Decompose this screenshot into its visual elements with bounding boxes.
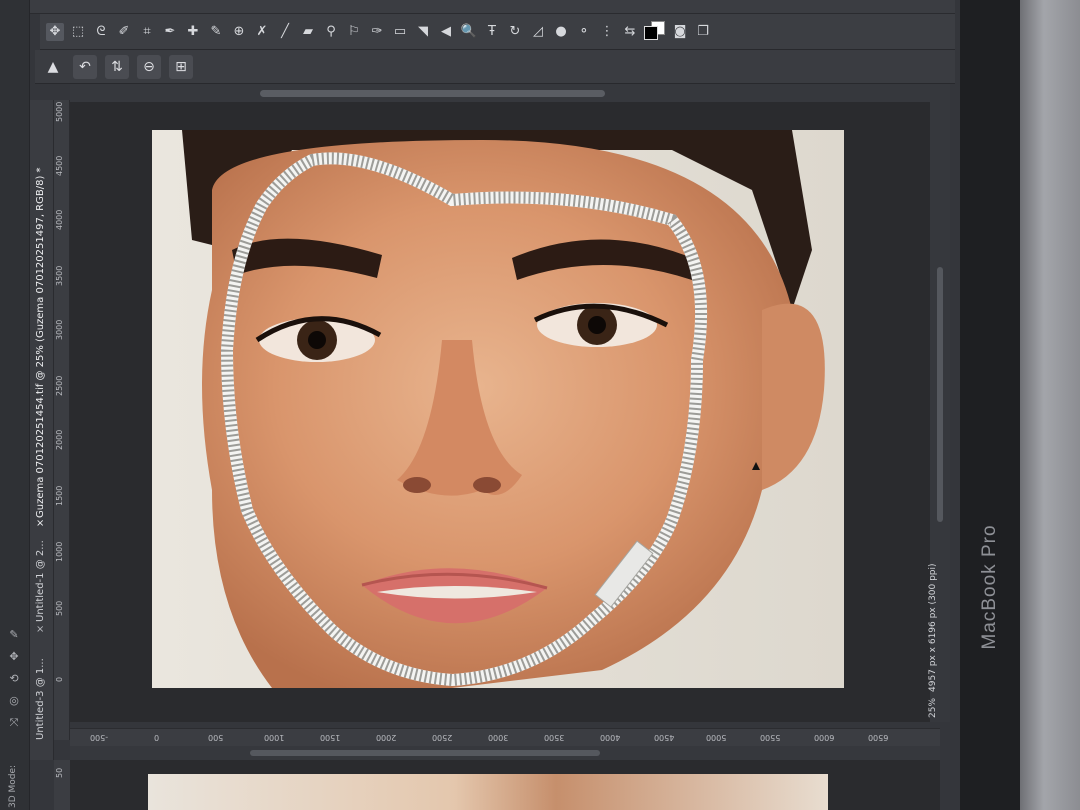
blob-icon[interactable]: ● xyxy=(552,23,570,41)
left-panel-strip: ✎ ✥ ⟲ ◎ ⤧ 3D Mode: xyxy=(0,0,30,810)
portrait-photo xyxy=(152,130,844,688)
history-brush-icon[interactable]: ✗ xyxy=(253,23,271,41)
triangle-icon[interactable]: ▲ xyxy=(41,55,65,79)
marquee-icon[interactable]: ⬚ xyxy=(69,23,87,41)
secondary-toolbar: ▲ ↶ ⇅ ⊖ ⊞ xyxy=(35,50,955,84)
scale-icon[interactable]: ⤧ xyxy=(6,716,22,730)
top-scrollbar[interactable] xyxy=(70,84,950,102)
healing-icon[interactable]: ✚ xyxy=(184,23,202,41)
vertical-ruler: 5000 4500 4000 3500 3000 2500 2000 1500 … xyxy=(54,100,70,740)
type-icon[interactable]: ▭ xyxy=(391,23,409,41)
dodge-icon[interactable]: ⚐ xyxy=(345,23,363,41)
gradient-icon[interactable]: ▰ xyxy=(299,23,317,41)
text-tool-icon[interactable]: Ŧ xyxy=(483,23,501,41)
orbit-icon[interactable]: ◎ xyxy=(6,694,22,708)
scroll-thumb[interactable] xyxy=(250,750,600,756)
minus-circle-icon[interactable]: ⊖ xyxy=(137,54,161,79)
tools-toolbar: ✥ ⬚ ᘓ ✐ ⌗ ✒ ✚ ✎ ⊕ ✗ ╱ ▰ ⚲ ⚐ ✑ ▭ ◥ ◀ 🔍 Ŧ … xyxy=(40,14,955,50)
transform-icon[interactable]: ⟲ xyxy=(6,672,22,686)
canvas[interactable] xyxy=(70,102,940,722)
swap-colors-icon[interactable]: ⇆ xyxy=(621,23,639,41)
tab-untitled-1[interactable]: Untitled-1 @ 2... × xyxy=(30,530,54,635)
move-icon[interactable]: ✥ xyxy=(46,22,64,41)
quick-select-icon[interactable]: ✐ xyxy=(115,23,133,41)
undo-icon[interactable]: ↶ xyxy=(73,54,97,79)
shape-icon[interactable]: ◀ xyxy=(437,23,455,41)
second-document-preview[interactable] xyxy=(70,760,940,810)
tab-guzema[interactable]: Guzema 070120251454.tif @ 25% (Guzema 07… xyxy=(30,108,54,529)
pen-icon[interactable]: ✎ xyxy=(6,628,22,642)
photoshop-window: ✎ ✥ ⟲ ◎ ⤧ 3D Mode: ✥ ⬚ ᘓ ✐ ⌗ ✒ ✚ ✎ ⊕ ✗ ╱… xyxy=(0,0,960,810)
scroll-thumb[interactable] xyxy=(260,90,605,97)
blur-icon[interactable]: ⚲ xyxy=(322,23,340,41)
3d-mode-label: 3D Mode: xyxy=(8,764,18,808)
eyedropper-icon[interactable]: ✒ xyxy=(161,23,179,41)
zoom-icon[interactable]: 🔍 xyxy=(460,23,478,41)
close-icon[interactable]: × xyxy=(36,624,44,635)
sponge-icon[interactable]: ⚬ xyxy=(575,23,593,41)
zoom-level[interactable]: 25% xyxy=(928,698,938,718)
lasso-icon[interactable]: ᘓ xyxy=(92,23,110,41)
rotate-view-icon[interactable]: ↻ xyxy=(506,23,524,41)
move-icon[interactable]: ✥ xyxy=(6,650,22,664)
horizontal-ruler: -500 0 500 1000 1500 2000 2500 3000 3500… xyxy=(70,728,940,746)
quick-mask-icon[interactable]: ◙ xyxy=(671,23,689,41)
tab-untitled-3[interactable]: Untitled-3 @ 1... xyxy=(30,640,54,750)
laptop-edge xyxy=(1020,0,1080,810)
screen-mode-icon[interactable]: ❐ xyxy=(694,23,712,41)
second-document-image[interactable] xyxy=(148,774,828,810)
document-tabs: Guzema 070120251454.tif @ 25% (Guzema 07… xyxy=(30,100,54,760)
document-dimensions[interactable]: 4957 px x 6196 px (300 ppi) xyxy=(928,563,938,692)
vertical-ruler-second: 50 xyxy=(54,760,70,810)
bottom-scrollbar[interactable] xyxy=(70,746,940,760)
screen-bezel xyxy=(960,0,1020,810)
perspective-icon[interactable]: ◿ xyxy=(529,23,547,41)
close-icon[interactable]: × xyxy=(36,518,44,529)
clone-stamp-icon[interactable]: ⊕ xyxy=(230,23,248,41)
eraser-icon[interactable]: ╱ xyxy=(276,23,294,41)
status-bar: 25% 4957 px x 6196 px (300 ppi) xyxy=(926,520,946,720)
align-icon[interactable]: ⊞ xyxy=(169,54,193,79)
more-tools-icon[interactable]: ⋮ xyxy=(598,23,616,41)
brush-icon[interactable]: ✎ xyxy=(207,23,225,41)
color-swatch[interactable] xyxy=(644,20,666,43)
document-image[interactable] xyxy=(152,130,844,688)
adjust-icon[interactable]: ⇅ xyxy=(105,54,129,79)
scroll-thumb[interactable] xyxy=(937,267,943,522)
device-brand-label: MacBook Pro xyxy=(979,524,1000,650)
pen-icon[interactable]: ✑ xyxy=(368,23,386,41)
foreground-color[interactable] xyxy=(644,25,658,40)
path-select-icon[interactable]: ◥ xyxy=(414,23,432,41)
crop-icon[interactable]: ⌗ xyxy=(138,23,156,41)
options-top-strip xyxy=(30,0,955,14)
